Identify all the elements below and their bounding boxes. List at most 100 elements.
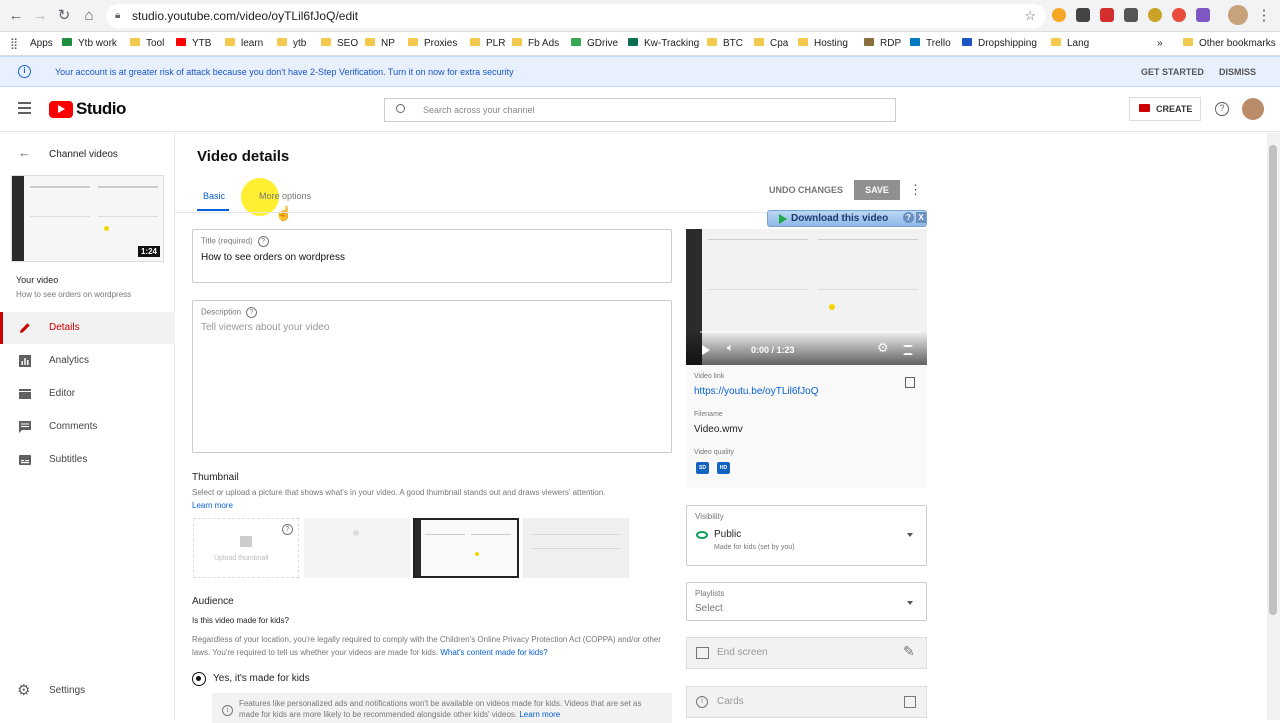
bookmark-folder-icon xyxy=(365,38,375,47)
create-button[interactable]: CREATE xyxy=(1129,97,1201,121)
menu-icon[interactable]: ⋮ xyxy=(1254,6,1274,26)
end-screen-button[interactable]: End screen ✎ xyxy=(686,637,927,669)
help-icon[interactable]: ? xyxy=(257,236,269,247)
forward-icon[interactable]: → xyxy=(30,6,50,26)
help-icon[interactable]: ? xyxy=(246,307,258,318)
your-video-label: Your video xyxy=(16,275,59,285)
bookmark-item[interactable]: Apps xyxy=(30,37,53,51)
bookmark-item[interactable]: YTB xyxy=(176,37,211,51)
sidebar-item-analytics[interactable]: Analytics xyxy=(0,345,175,377)
video-link[interactable]: https://youtu.be/oyTLil6fJoQ xyxy=(694,386,819,397)
save-button[interactable]: SAVE xyxy=(854,180,900,200)
account-avatar[interactable] xyxy=(1242,98,1264,120)
video-thumbnail[interactable]: 1:24 xyxy=(11,175,164,262)
profile-avatar[interactable] xyxy=(1228,5,1248,25)
cards-button[interactable]: i Cards xyxy=(686,686,927,718)
address-bar[interactable]: 🔒︎ studio.youtube.com/video/oyTLil6fJoQ/… xyxy=(106,4,1046,28)
bookmark-item[interactable]: ytb xyxy=(277,37,306,51)
download-help-icon[interactable]: ? xyxy=(903,212,914,223)
studio-logo-text: Studio xyxy=(76,99,126,118)
video-player[interactable]: 🔈︎ 0:00 / 1:23 ⚙ xyxy=(686,229,927,365)
tab-basic-indicator xyxy=(197,209,229,211)
sidebar-item-details[interactable]: Details xyxy=(0,312,175,344)
dismiss-button[interactable]: DISMISS xyxy=(1219,67,1256,77)
sidebar-item-subtitles[interactable]: Subtitles xyxy=(0,444,175,476)
search-input[interactable]: Search across your channel xyxy=(384,98,896,122)
other-bookmarks-folder[interactable]: Other bookmarks xyxy=(1183,37,1276,51)
video-progress-bar[interactable] xyxy=(700,331,920,333)
fullscreen-icon[interactable] xyxy=(903,345,913,355)
reload-icon[interactable]: ↻ xyxy=(54,6,74,26)
extension-icon[interactable] xyxy=(1196,8,1210,22)
bookmark-folder-icon xyxy=(277,38,287,47)
description-placeholder: Tell viewers about your video xyxy=(201,322,330,333)
tab-basic[interactable]: Basic xyxy=(203,191,225,201)
help-icon[interactable]: ? xyxy=(282,524,293,535)
extension-icon[interactable] xyxy=(1076,8,1090,22)
close-icon[interactable]: X xyxy=(916,212,926,223)
description-field[interactable]: Description? Tell viewers about your vid… xyxy=(192,300,672,453)
bookmark-item[interactable]: Proxies xyxy=(408,37,457,51)
title-field[interactable]: Title (required)? How to see orders on w… xyxy=(192,229,672,283)
channel-videos-back[interactable]: ← Channel videos xyxy=(0,143,175,165)
extension-icon[interactable] xyxy=(1124,8,1138,22)
more-vert-icon[interactable]: ⋮ xyxy=(909,182,922,198)
bookmark-item[interactable]: Ytb work xyxy=(62,37,117,51)
adblock-icon[interactable] xyxy=(1100,8,1114,22)
radio-made-for-kids[interactable]: Yes, it's made for kids xyxy=(192,671,492,687)
bookmark-item[interactable]: RDP xyxy=(864,37,901,51)
extension-icon[interactable] xyxy=(1148,8,1162,22)
bookmark-item[interactable]: PLR xyxy=(470,37,505,51)
thumbnail-option[interactable] xyxy=(304,518,410,578)
playlists-select[interactable]: Playlists Select xyxy=(686,582,927,621)
audience-note: i Features like personalized ads and not… xyxy=(212,693,672,723)
audience-description: Regardless of your location, you're lega… xyxy=(192,635,661,657)
star-icon[interactable]: ☆ xyxy=(1024,4,1036,28)
thumbnail-option[interactable] xyxy=(523,518,629,578)
search-icon xyxy=(396,104,405,113)
bookmark-item[interactable]: Tool xyxy=(130,37,164,51)
bookmark-item[interactable]: Lang xyxy=(1051,37,1089,51)
thumbnail-learn-more-link[interactable]: Learn more xyxy=(192,501,233,510)
extension-icon[interactable] xyxy=(1172,8,1186,22)
hamburger-menu-icon[interactable] xyxy=(18,102,31,104)
made-for-kids-link[interactable]: What's content made for kids? xyxy=(440,648,547,657)
back-icon[interactable]: ← xyxy=(6,6,26,26)
bookmark-folder-icon xyxy=(62,38,72,47)
bookmark-item[interactable]: learn xyxy=(225,37,263,51)
bookmark-item[interactable]: Cpa xyxy=(754,37,788,51)
download-video-button[interactable]: Download this video ? X xyxy=(767,210,927,227)
bookmark-item[interactable]: Dropshipping xyxy=(962,37,1037,51)
sidebar-item-settings[interactable]: ⚙ Settings xyxy=(0,675,175,707)
sidebar-item-editor[interactable]: Editor xyxy=(0,378,175,410)
bookmark-item[interactable]: SEO xyxy=(321,37,358,51)
bookmark-item[interactable]: Trello xyxy=(910,37,951,51)
copy-icon[interactable] xyxy=(905,377,915,388)
bookmark-item[interactable]: Hosting xyxy=(798,37,848,51)
arrow-back-icon: ← xyxy=(18,145,31,160)
bookmark-item[interactable]: GDrive xyxy=(571,37,618,51)
youtube-logo-icon[interactable] xyxy=(49,101,73,118)
bookmark-item[interactable]: Fb Ads xyxy=(512,37,559,51)
settings-gear-icon[interactable]: ⚙ xyxy=(877,340,889,356)
get-started-button[interactable]: GET STARTED xyxy=(1141,67,1204,77)
extension-icon[interactable] xyxy=(1052,8,1066,22)
upload-thumbnail-button[interactable]: Upload thumbnail ? xyxy=(193,518,299,578)
home-icon[interactable]: ⌂ xyxy=(79,6,99,26)
more-bookmarks-button[interactable]: » xyxy=(1157,37,1163,51)
undo-changes-button[interactable]: UNDO CHANGES xyxy=(769,185,843,195)
volume-icon[interactable]: 🔈︎ xyxy=(727,342,734,355)
play-icon[interactable] xyxy=(702,345,710,355)
audience-heading: Audience xyxy=(192,596,234,607)
apps-icon[interactable]: ⣿ xyxy=(10,37,18,51)
bookmark-item[interactable]: NP xyxy=(365,37,395,51)
note-learn-more-link[interactable]: Learn more xyxy=(519,710,560,719)
sidebar-item-comments[interactable]: Comments xyxy=(0,411,175,443)
thumbnail-option-selected[interactable] xyxy=(413,518,519,578)
tab-more-options[interactable]: More options xyxy=(259,191,311,201)
help-icon[interactable]: ? xyxy=(1215,102,1229,116)
bookmark-item[interactable]: BTC xyxy=(707,37,743,51)
visibility-select[interactable]: Visibility Public Made for kids (set by … xyxy=(686,505,927,566)
page-scrollbar[interactable] xyxy=(1267,133,1280,720)
bookmark-item[interactable]: Kw-Tracking xyxy=(628,37,699,51)
